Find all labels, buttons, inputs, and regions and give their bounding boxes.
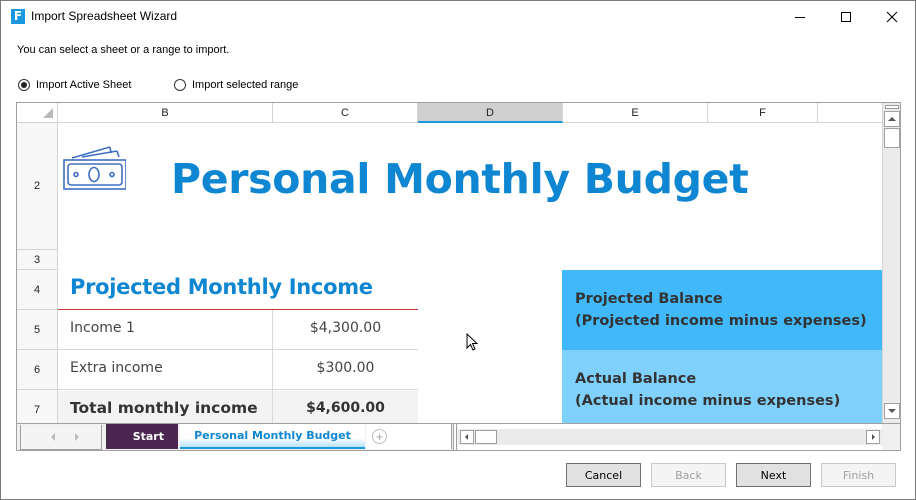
projected-balance-box[interactable]: Projected Balance (Projected income minu… (562, 270, 882, 350)
radio-label: Import Active Sheet (36, 79, 132, 91)
minimize-button[interactable] (777, 1, 823, 32)
column-header-f[interactable]: F (708, 103, 818, 123)
income-section-title: Projected Monthly Income (70, 275, 373, 299)
app-icon: F (11, 9, 25, 24)
grid-line (58, 349, 418, 350)
scroll-right-button[interactable] (866, 430, 880, 444)
grid-line (58, 389, 418, 390)
vertical-scroll-thumb[interactable] (884, 128, 900, 148)
sheet-tab-bar: Start Personal Monthly Budget + (17, 423, 900, 450)
money-bills-icon (63, 146, 126, 190)
column-header-empty (818, 103, 882, 123)
column-header-e[interactable]: E (563, 103, 708, 123)
row-header-6[interactable]: 6 (17, 350, 58, 390)
cancel-button[interactable]: Cancel (566, 463, 641, 487)
tab-navigation (20, 425, 102, 450)
mouse-cursor-icon (466, 333, 479, 351)
add-sheet-icon[interactable]: + (372, 429, 387, 444)
total-value-cell[interactable]: $4,600.00 (273, 400, 418, 416)
sheet-tab-personal-monthly-budget[interactable]: Personal Monthly Budget (180, 424, 365, 449)
actual-balance-title: Actual Balance (575, 371, 697, 387)
minimize-icon (795, 16, 805, 18)
radio-button-unchecked[interactable] (174, 79, 186, 91)
arrow-right-icon (872, 434, 875, 440)
instruction-text: You can select a sheet or a range to imp… (17, 44, 230, 56)
vertical-split-handle[interactable] (885, 105, 899, 109)
total-label-cell[interactable]: Total monthly income (70, 399, 258, 417)
select-all-corner[interactable] (17, 103, 58, 123)
scroll-left-button[interactable] (460, 430, 474, 444)
income-label-cell[interactable]: Extra income (70, 360, 163, 376)
section-divider (58, 309, 418, 310)
scroll-down-button[interactable] (884, 403, 900, 419)
income-label-cell[interactable]: Income 1 (70, 320, 135, 336)
sheet-tab-start[interactable]: Start (106, 424, 178, 449)
window-title: Import Spreadsheet Wizard (31, 9, 178, 23)
add-sheet-area: + (366, 424, 452, 449)
row-header-4[interactable]: 4 (17, 270, 58, 310)
tab-scroll-splitter[interactable] (453, 424, 457, 450)
row-header-2[interactable]: 2 (17, 123, 58, 250)
scroll-up-button[interactable] (884, 111, 900, 127)
row-header-5[interactable]: 5 (17, 310, 58, 350)
budget-title: Personal Monthly Budget (171, 155, 749, 203)
radio-button-checked[interactable] (18, 79, 30, 91)
finish-button[interactable]: Finish (821, 463, 896, 487)
arrow-up-icon (888, 117, 896, 121)
close-icon (886, 11, 898, 22)
radio-import-active-sheet[interactable]: Import Active Sheet (18, 78, 131, 92)
vertical-scrollbar[interactable] (882, 103, 900, 423)
spreadsheet-preview[interactable]: B C D E F 2 3 4 5 6 7 Personal Monthly B… (16, 102, 901, 451)
maximize-icon (841, 11, 851, 22)
tab-next-icon[interactable] (75, 433, 79, 441)
actual-balance-subtitle: (Actual income minus expenses) (575, 393, 841, 409)
maximize-button[interactable] (823, 1, 869, 32)
import-wizard-window: F Import Spreadsheet Wizard You can sele… (0, 0, 916, 500)
close-button[interactable] (869, 1, 915, 32)
column-header-d[interactable]: D (418, 103, 563, 123)
income-value-cell[interactable]: $300.00 (273, 360, 418, 376)
actual-balance-box[interactable]: Actual Balance (Actual income minus expe… (562, 350, 882, 430)
projected-balance-subtitle: (Projected income minus expenses) (575, 313, 867, 329)
column-header-b[interactable]: B (58, 103, 273, 123)
radio-label: Import selected range (192, 79, 299, 91)
back-button[interactable]: Back (651, 463, 726, 487)
arrow-left-icon (465, 434, 468, 440)
title-bar: F Import Spreadsheet Wizard (1, 1, 915, 32)
next-button[interactable]: Next (736, 463, 811, 487)
arrow-down-icon (888, 409, 896, 413)
income-value-cell[interactable]: $4,300.00 (273, 320, 418, 336)
horizontal-scroll-track[interactable] (458, 429, 882, 445)
horizontal-scrollbar[interactable] (458, 424, 882, 450)
projected-balance-title: Projected Balance (575, 291, 723, 307)
horizontal-scroll-thumb[interactable] (475, 430, 497, 444)
radio-import-selected-range[interactable]: Import selected range (174, 78, 298, 92)
row-header-3[interactable]: 3 (17, 250, 58, 270)
column-header-c[interactable]: C (273, 103, 418, 123)
tab-prev-icon[interactable] (51, 433, 55, 441)
